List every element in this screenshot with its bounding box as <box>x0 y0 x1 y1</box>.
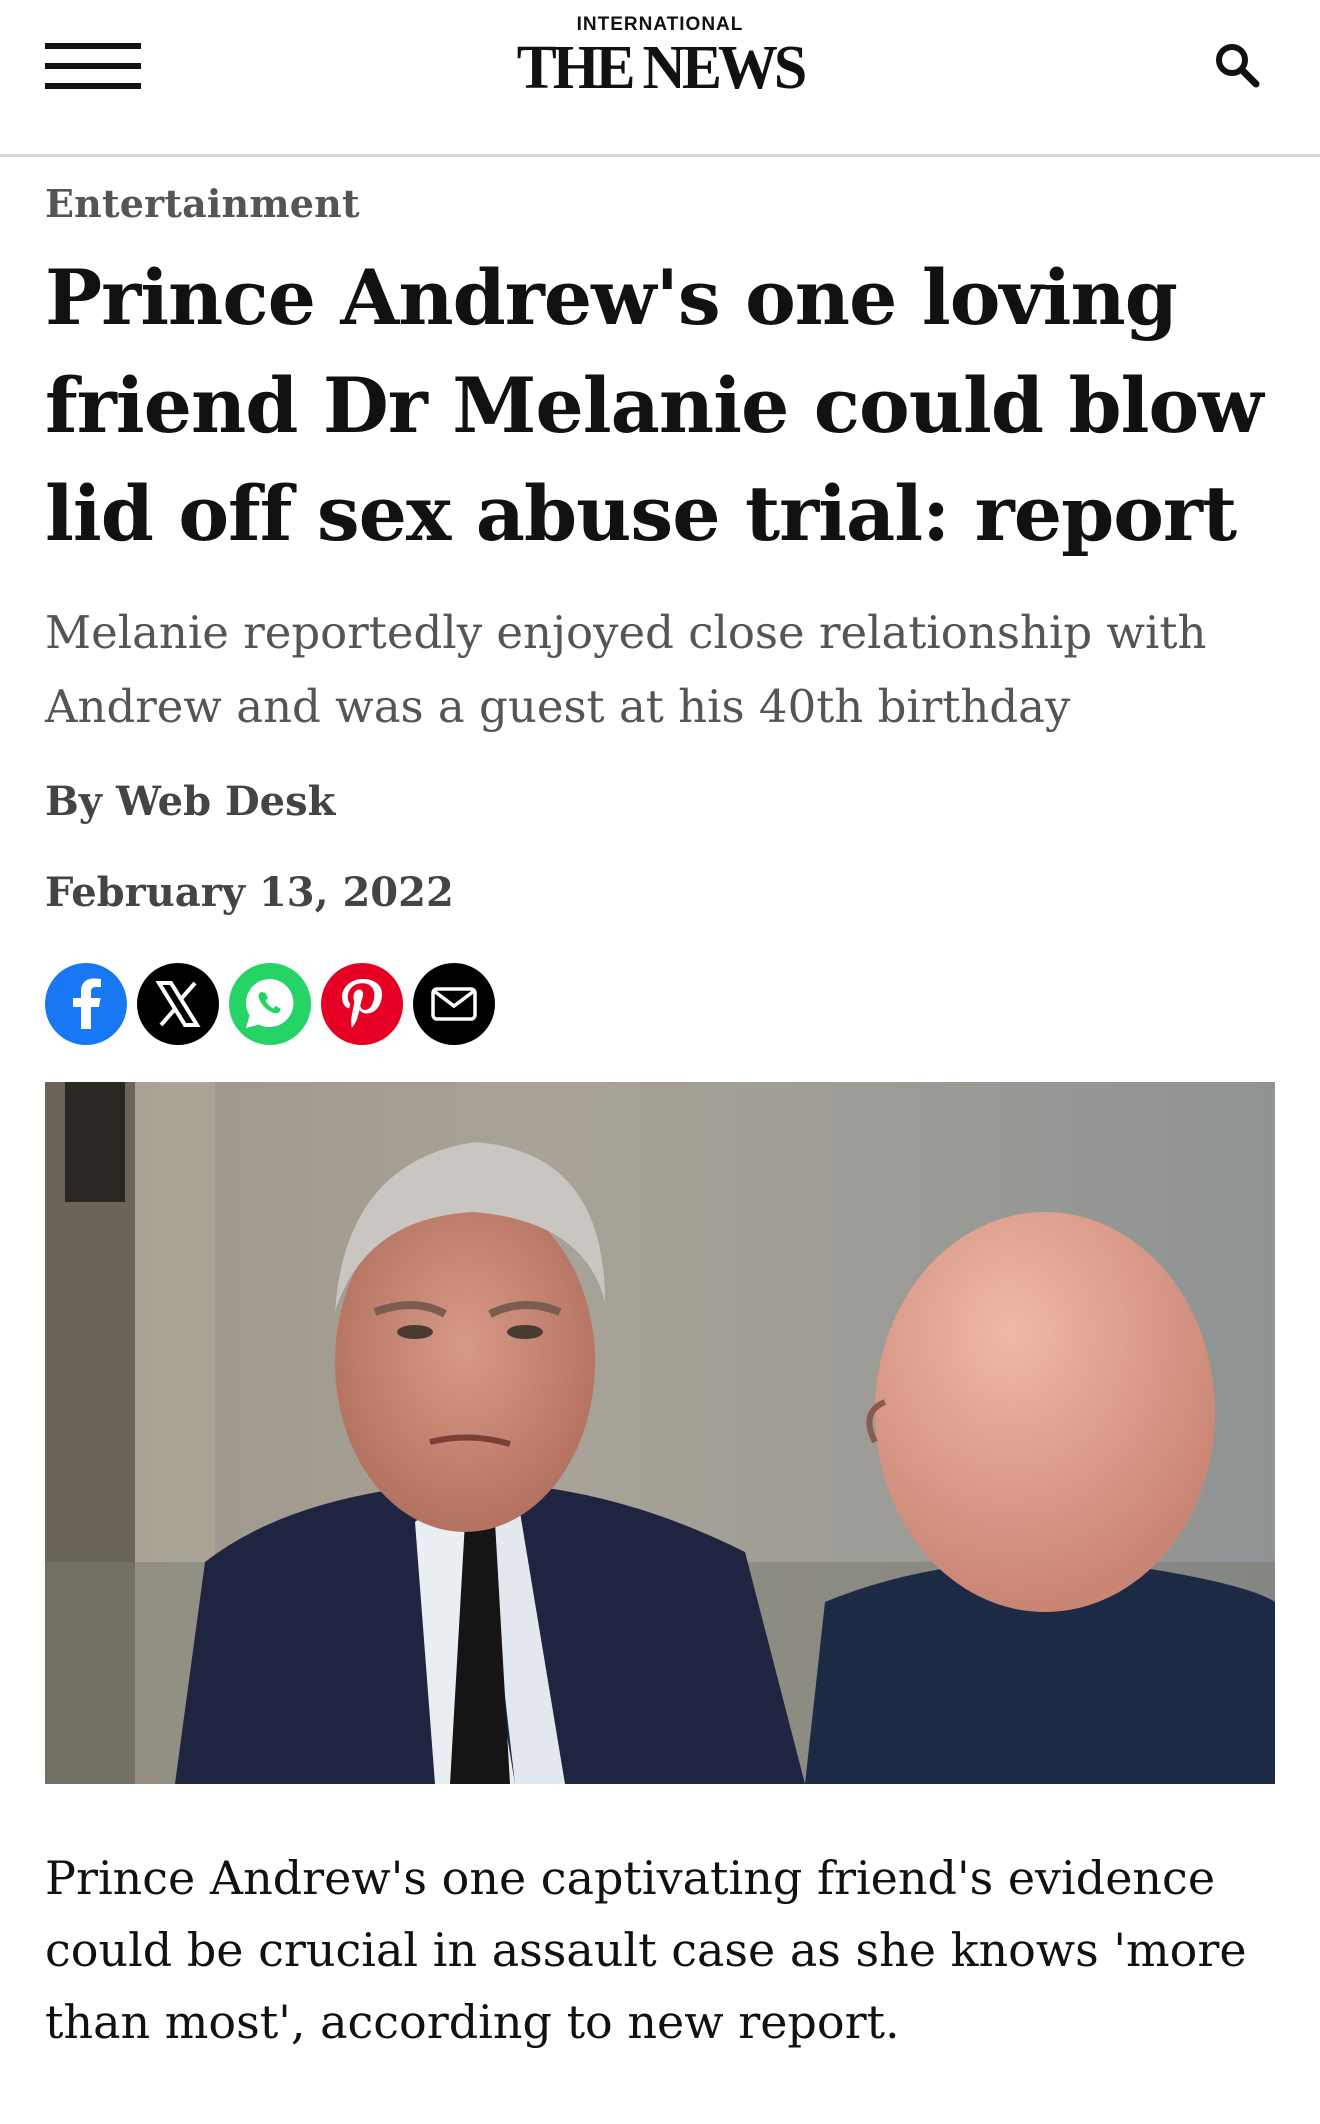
search-icon[interactable] <box>1212 40 1262 90</box>
article-subheadline: Melanie reportedly enjoyed close relatio… <box>45 606 1207 733</box>
article-byline: By Web Desk <box>45 778 336 825</box>
x-icon[interactable] <box>137 963 219 1045</box>
pinterest-icon[interactable] <box>321 963 403 1045</box>
article-headline: Prince Andrew's one loving friend Dr Mel… <box>45 253 1264 558</box>
share-bar <box>45 962 1275 1046</box>
article: Entertainment Prince Andrew's one loving… <box>0 181 1320 2058</box>
site-header: INTERNATIONAL THE NEWS <box>0 0 1320 157</box>
site-logo[interactable]: INTERNATIONAL THE NEWS <box>500 14 820 124</box>
facebook-icon[interactable] <box>45 963 127 1045</box>
logo-main-text: THE NEWS <box>516 32 807 102</box>
whatsapp-icon[interactable] <box>229 963 311 1045</box>
article-lead: Prince Andrew's one captivating friend's… <box>45 1851 1247 2049</box>
article-photo <box>45 1082 1275 1784</box>
hamburger-menu-icon[interactable] <box>45 43 141 91</box>
article-category[interactable]: Entertainment <box>45 181 1275 226</box>
email-icon[interactable] <box>413 963 495 1045</box>
article-date: February 13, 2022 <box>45 869 454 916</box>
